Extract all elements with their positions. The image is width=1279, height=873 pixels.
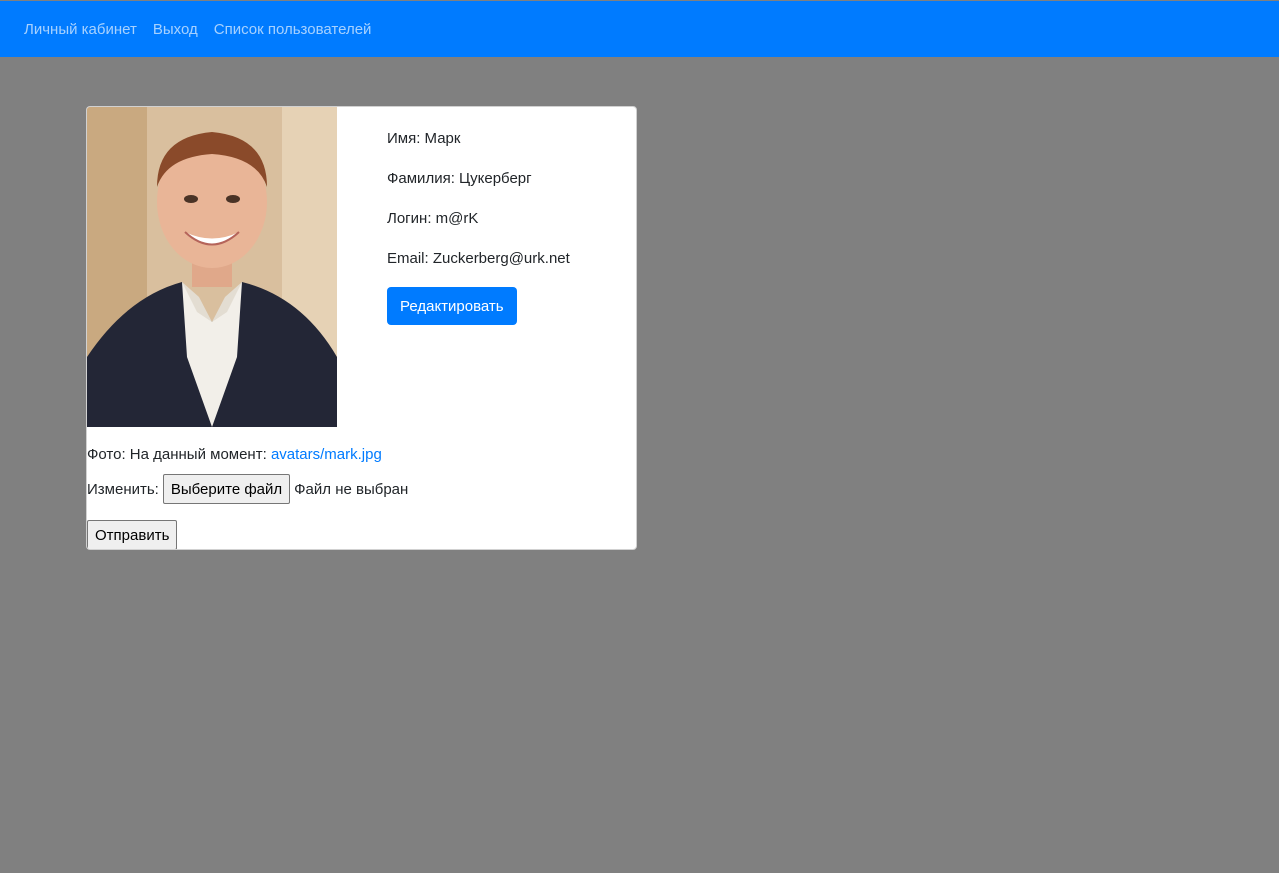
nav-link-user-list[interactable]: Список пользователей — [214, 21, 372, 38]
current-photo-link[interactable]: avatars/mark.jpg — [271, 446, 382, 463]
photo-status: Фото: На данный момент: avatars/mark.jpg — [87, 445, 382, 465]
email: Email: Zuckerberg@urk.net — [387, 250, 570, 267]
top-navbar: Личный кабинет Выход Список пользователе… — [0, 1, 1279, 57]
submit-button[interactable]: Отправить — [87, 520, 178, 549]
choose-file-button[interactable]: Выберите файл — [162, 474, 291, 504]
first-name: Имя: Марк — [387, 130, 461, 147]
profile-card: Имя: Марк Фамилия: Цукерберг Логин: m@rK… — [86, 106, 637, 550]
file-upload-row: Изменить: Выберите файл Файл не выбран — [87, 474, 408, 504]
avatar-photo — [87, 107, 337, 427]
avatar — [87, 107, 337, 427]
last-name: Фамилия: Цукерберг — [387, 170, 532, 187]
edit-button[interactable]: Редактировать — [387, 287, 517, 325]
nav-link-logout[interactable]: Выход — [153, 21, 198, 38]
photo-status-label: Фото: На данный момент: — [87, 446, 271, 463]
login: Логин: m@rK — [387, 210, 479, 227]
profile-info: Имя: Марк Фамилия: Цукерберг Логин: m@rK… — [387, 129, 627, 325]
nav-link-personal-account[interactable]: Личный кабинет — [24, 21, 137, 38]
no-file-text: Файл не выбран — [294, 480, 409, 498]
change-label: Изменить: — [87, 480, 159, 498]
